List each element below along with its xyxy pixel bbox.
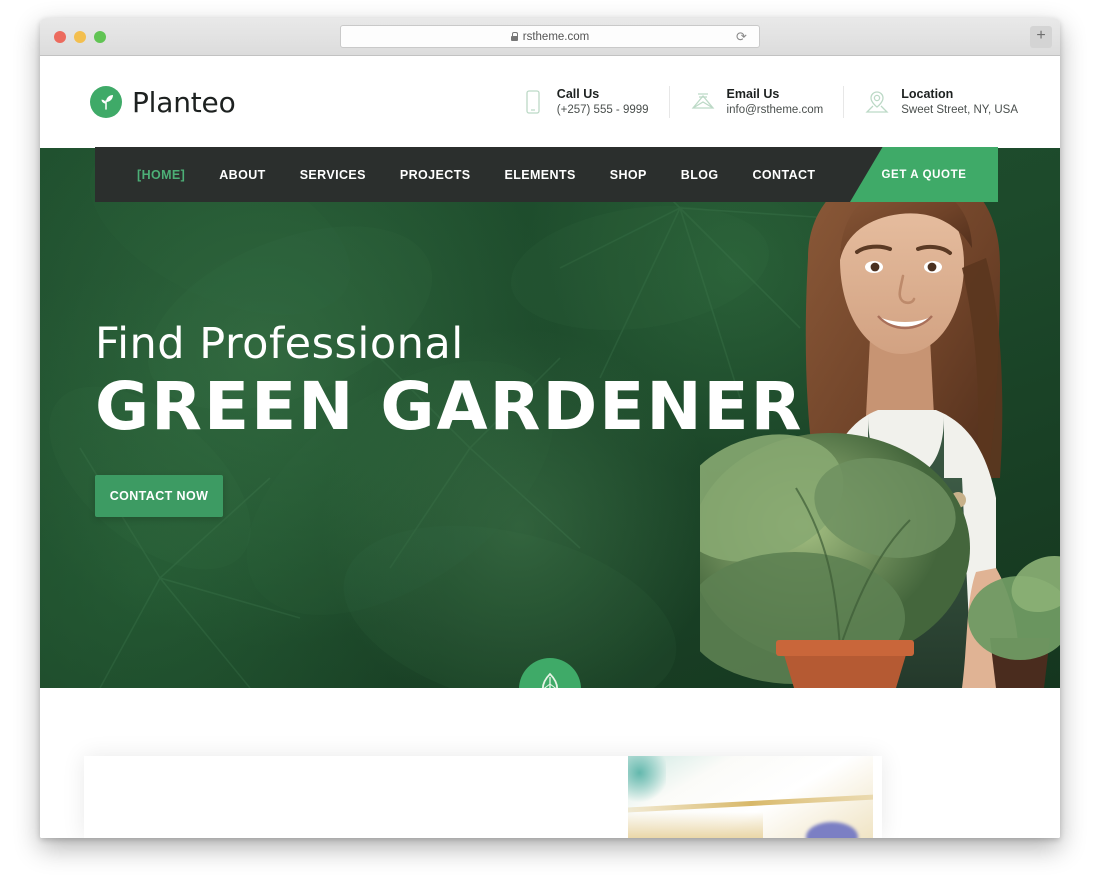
- lock-icon: [510, 32, 519, 41]
- contact-title: Location: [901, 86, 954, 101]
- nav-item-contact[interactable]: CONTACT: [735, 168, 832, 182]
- hero-section: Find Professional GREEN GARDENER CONTACT…: [40, 148, 1060, 688]
- address-bar[interactable]: rstheme.com ⟳: [340, 25, 760, 48]
- contact-title: Call Us: [556, 86, 600, 101]
- get-a-quote-button[interactable]: GET A QUOTE: [850, 147, 998, 202]
- url-text: rstheme.com: [522, 30, 590, 43]
- browser-titlebar: rstheme.com ⟳ +: [40, 18, 1060, 56]
- below-hero-section: [40, 688, 1060, 838]
- nav-item-elements[interactable]: ELEMENTS: [487, 168, 592, 182]
- window-controls[interactable]: [54, 30, 106, 43]
- contact-value: (+257) 555 - 9999: [556, 103, 649, 116]
- web-page: Planteo Call Us (+257) 555 - 9999 Email …: [40, 56, 1060, 838]
- nav-item-blog[interactable]: BLOG: [664, 168, 736, 182]
- nav-item-services[interactable]: SERVICES: [283, 168, 383, 182]
- browser-window: rstheme.com ⟳ + Planteo Call Us (+257) 5…: [40, 18, 1060, 838]
- hero-copy: Find Professional GREEN GARDENER CONTACT…: [95, 319, 804, 518]
- nav-menu: [HOME] ABOUT SERVICES PROJECTS ELEMENTS …: [95, 168, 832, 182]
- contact-title: Email Us: [726, 86, 780, 101]
- site-header: Planteo Call Us (+257) 555 - 9999 Email …: [40, 56, 1060, 148]
- minimize-window-button[interactable]: [74, 30, 86, 43]
- contact-email-us[interactable]: Email Us info@rstheme.com: [668, 85, 844, 119]
- hero-subtitle: Find Professional: [95, 319, 464, 369]
- header-contact-group: Call Us (+257) 555 - 9999 Email Us info@…: [500, 85, 1038, 119]
- contact-now-button[interactable]: CONTACT NOW: [95, 475, 223, 518]
- nav-item-shop[interactable]: SHOP: [593, 168, 664, 182]
- leaf-icon: [542, 672, 558, 688]
- main-navigation: [HOME] ABOUT SERVICES PROJECTS ELEMENTS …: [95, 147, 998, 202]
- leaf-logo-icon: [90, 86, 122, 118]
- contact-call-us[interactable]: Call Us (+257) 555 - 9999: [500, 86, 669, 118]
- hero-title: GREEN GARDENER: [95, 368, 804, 445]
- nav-item-projects[interactable]: PROJECTS: [383, 168, 488, 182]
- envelope-icon: [690, 88, 716, 116]
- nav-item-home[interactable]: [HOME]: [120, 168, 202, 182]
- contact-location[interactable]: Location Sweet Street, NY, USA: [843, 85, 1038, 119]
- site-logo[interactable]: Planteo: [90, 86, 236, 119]
- contact-value: Sweet Street, NY, USA: [901, 103, 1018, 116]
- nav-item-about[interactable]: ABOUT: [202, 168, 282, 182]
- content-preview-image: [628, 756, 873, 838]
- new-tab-button[interactable]: +: [1030, 26, 1052, 48]
- maximize-window-button[interactable]: [94, 30, 106, 43]
- contact-value: info@rstheme.com: [726, 103, 824, 116]
- map-pin-icon: [864, 88, 890, 116]
- phone-icon: [520, 88, 546, 116]
- reload-icon[interactable]: ⟳: [736, 30, 749, 43]
- close-window-button[interactable]: [54, 30, 66, 43]
- logo-text: Planteo: [132, 85, 236, 119]
